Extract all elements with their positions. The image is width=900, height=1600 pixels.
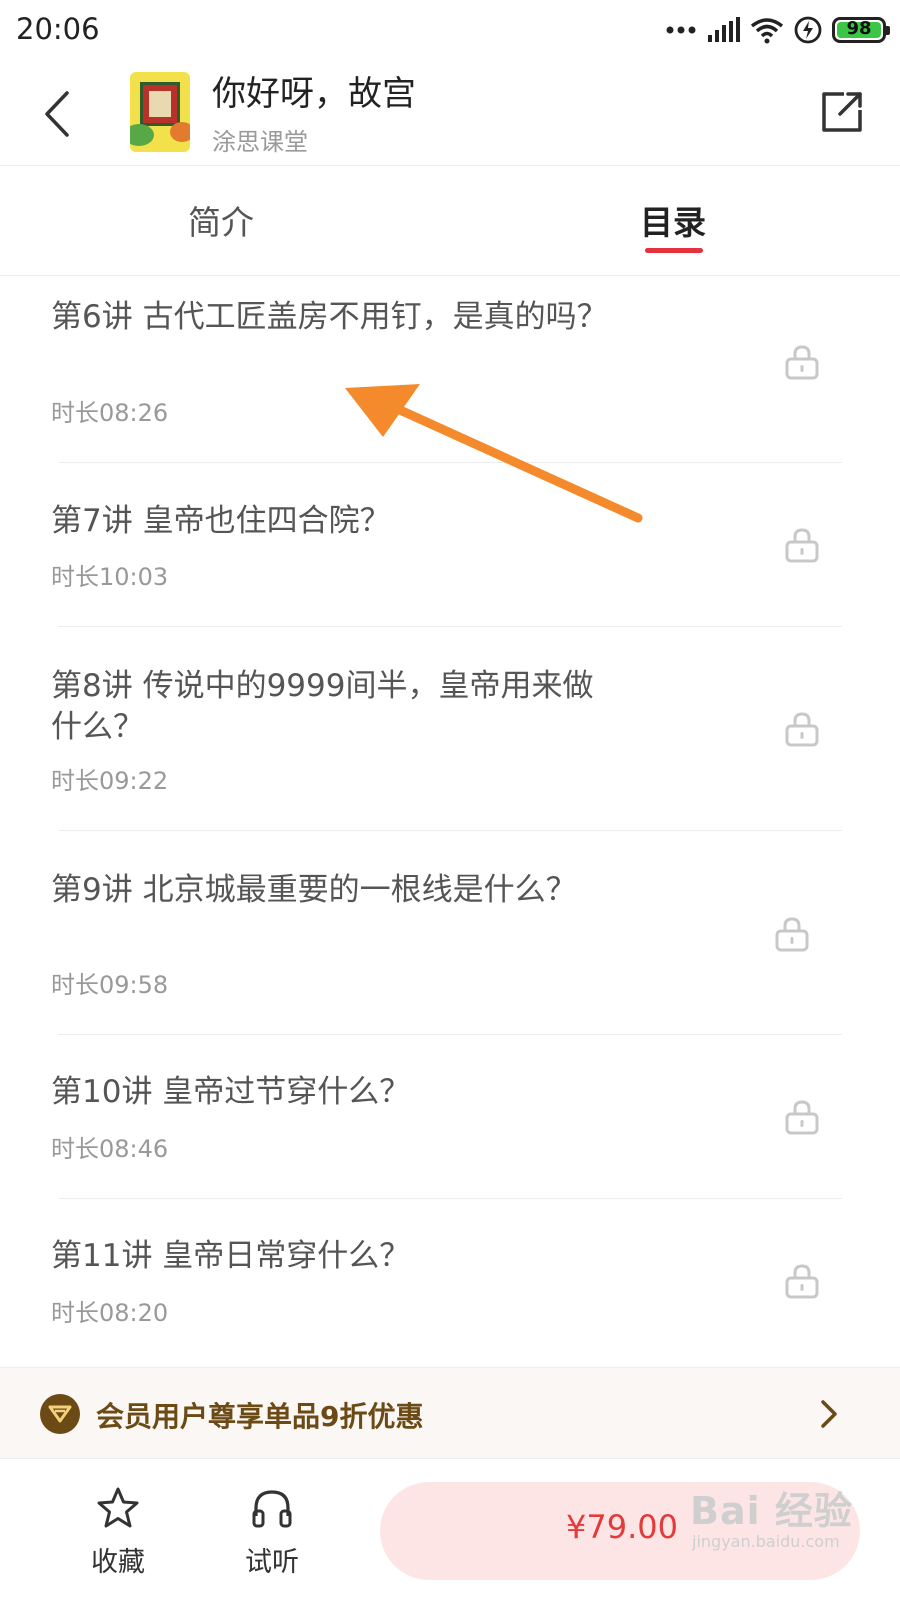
member-discount-text: 会员用户尊享单品9折优惠: [96, 1400, 424, 1433]
lesson-title: 第8讲 传说中的9999间半，皇帝用来做什么？: [51, 668, 594, 745]
price-label: ¥79.00: [566, 1508, 678, 1546]
lesson-duration: 时长09:22: [51, 767, 169, 795]
share-button[interactable]: [814, 84, 870, 140]
list-item[interactable]: 第7讲 皇帝也住四合院？ 时长10:03: [0, 463, 900, 627]
status-icons: 98: [666, 14, 890, 46]
dots-icon: [666, 26, 696, 34]
star-icon: [97, 1487, 139, 1528]
member-discount-banner[interactable]: 会员用户尊享单品9折优惠: [0, 1367, 900, 1459]
list-item[interactable]: 第11讲 皇帝日常穿什么？ 时长08:20: [0, 1199, 900, 1367]
lock-icon: [785, 345, 819, 380]
course-title: 你好呀，故宫: [212, 74, 416, 114]
lesson-title: 第7讲 皇帝也住四合院？: [51, 503, 391, 539]
list-item[interactable]: 第6讲 古代工匠盖房不用钉，是真的吗？ 时长08:26: [0, 277, 900, 463]
headphones-icon: [252, 1490, 292, 1528]
tab-intro[interactable]: 简介: [188, 196, 254, 244]
vip-badge-icon: [40, 1394, 80, 1434]
wifi-icon: [750, 18, 784, 44]
lock-icon: [785, 712, 819, 747]
lesson-list: 第6讲 古代工匠盖房不用钉，是真的吗？ 时长08:26 第7讲 皇帝也住四合院？…: [0, 277, 900, 1367]
lesson-title: 第9讲 北京城最重要的一根线是什么？: [51, 872, 577, 908]
lesson-title: 第6讲 古代工匠盖房不用钉，是真的吗？: [51, 299, 608, 335]
active-tab-indicator: [645, 248, 703, 253]
header: 你好呀，故宫 涂思课堂: [0, 62, 900, 166]
chevron-right-icon: [821, 1400, 837, 1428]
status-time: 20:06: [16, 12, 100, 46]
battery-icon: 98: [832, 17, 890, 43]
lock-icon: [785, 528, 819, 563]
course-publisher: 涂思课堂: [212, 128, 308, 156]
watermark: Bai 经验 jingyan.baidu.com: [690, 1480, 880, 1580]
favorite-button[interactable]: 收藏: [68, 1486, 168, 1579]
trial-listen-button[interactable]: 试听: [222, 1486, 322, 1579]
lesson-duration: 时长10:03: [51, 563, 169, 591]
status-bar: 20:06 98: [0, 0, 900, 62]
list-item[interactable]: 第8讲 传说中的9999间半，皇帝用来做什么？ 时长09:22: [0, 627, 900, 831]
tab-bar: 简介 目录: [0, 166, 900, 276]
lock-icon: [775, 917, 809, 952]
tab-catalog[interactable]: 目录: [640, 196, 706, 244]
list-item[interactable]: 第10讲 皇帝过节穿什么？ 时长08:46: [0, 1035, 900, 1199]
chevron-left-icon: [45, 91, 69, 137]
charging-icon: [794, 16, 822, 44]
lock-icon: [785, 1264, 819, 1299]
signal-icon: [708, 17, 740, 42]
lesson-duration: 时长08:26: [51, 399, 169, 427]
share-icon: [822, 92, 862, 132]
course-cover-image: [130, 72, 190, 152]
lesson-duration: 时长08:46: [51, 1135, 169, 1163]
back-button[interactable]: [28, 82, 84, 146]
watermark-url: jingyan.baidu.com: [692, 1532, 840, 1551]
battery-level: 98: [846, 18, 872, 39]
lock-icon: [785, 1100, 819, 1135]
lesson-title: 第10讲 皇帝过节穿什么？: [51, 1074, 411, 1110]
lesson-title: 第11讲 皇帝日常穿什么？: [51, 1238, 411, 1274]
lesson-duration: 时长09:58: [51, 971, 169, 999]
favorite-label: 收藏: [91, 1547, 145, 1578]
trial-listen-label: 试听: [245, 1547, 299, 1578]
lesson-duration: 时长08:20: [51, 1299, 169, 1327]
list-item[interactable]: 第9讲 北京城最重要的一根线是什么？ 时长09:58: [0, 831, 900, 1035]
watermark-logo: Bai 经验: [690, 1489, 853, 1533]
